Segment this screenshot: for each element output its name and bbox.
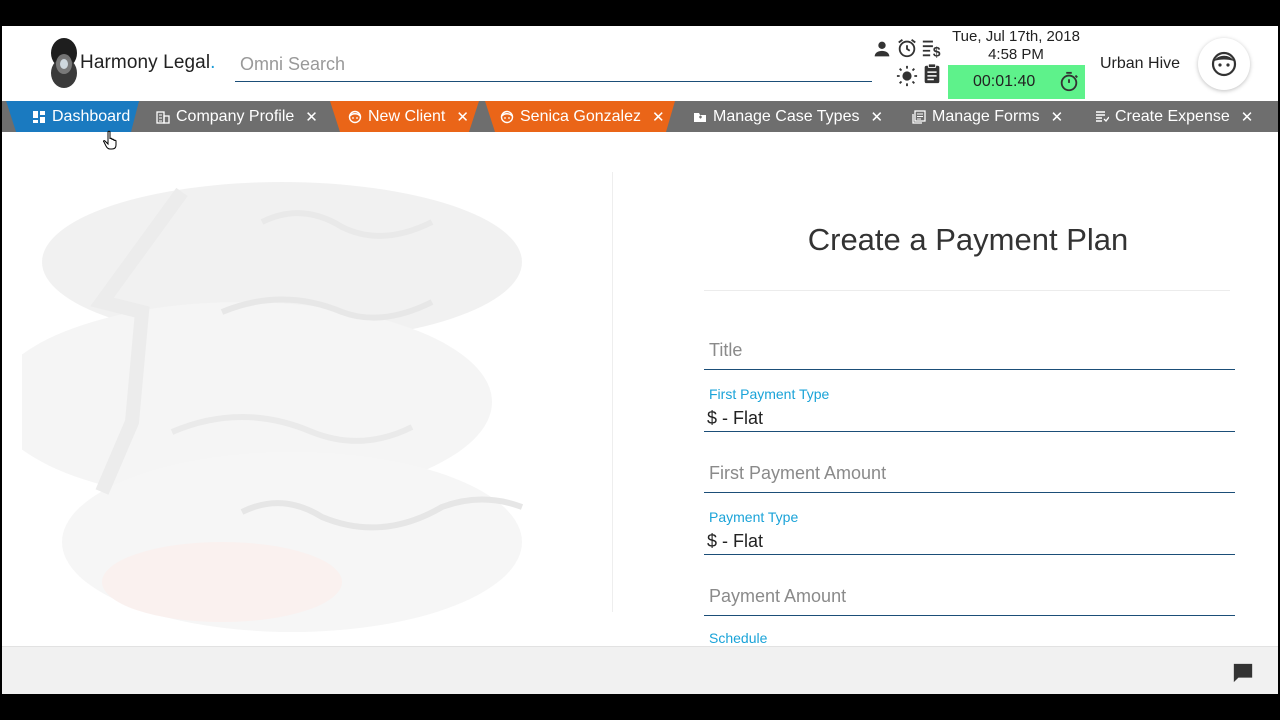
title-placeholder: Title [709, 340, 743, 360]
tab-bar: Dashboard Company Profile ✕ New Client ✕ [2, 101, 1278, 132]
payment-type-select[interactable]: Payment Type $ - Flat [704, 507, 1235, 555]
chat-icon[interactable] [1232, 662, 1254, 684]
dashboard-icon [33, 110, 45, 123]
tab-dashboard[interactable]: Dashboard [8, 101, 130, 132]
watercolor-splash-image [22, 182, 524, 632]
close-icon[interactable]: ✕ [1051, 108, 1064, 126]
billing-icon[interactable]: $ [921, 37, 943, 59]
first-payment-type-value: $ - Flat [707, 408, 764, 428]
alarm-icon[interactable] [896, 37, 918, 59]
title-divider [704, 290, 1230, 291]
close-icon[interactable]: ✕ [652, 108, 665, 126]
brand-name[interactable]: Harmony Legal. [80, 52, 216, 74]
tab-label: Dashboard [52, 107, 131, 125]
close-icon[interactable]: ✕ [1241, 108, 1254, 126]
close-icon[interactable]: ✕ [305, 108, 318, 126]
tab-company-profile[interactable]: Company Profile ✕ [132, 101, 318, 132]
tab-create-expense[interactable]: Create Expense ✕ [1071, 101, 1253, 132]
close-icon[interactable]: ✕ [870, 108, 883, 126]
face-icon [348, 110, 362, 123]
tab-senica-gonzalez[interactable]: Senica Gonzalez ✕ [476, 101, 665, 132]
schedule-label[interactable]: Schedule [709, 630, 767, 646]
panel-divider [612, 172, 613, 612]
svg-text:$: $ [933, 44, 941, 59]
forms-icon [912, 109, 926, 124]
timer-value: 00:01:40 [973, 73, 1036, 90]
payment-amount-placeholder: Payment Amount [709, 586, 847, 606]
payment-type-label: Payment Type [709, 509, 799, 525]
app-window: Harmony Legal. $ Tue, Jul 17th, 20 [2, 26, 1278, 694]
first-payment-amount-field[interactable]: First Payment Amount [704, 455, 1235, 493]
tab-new-client[interactable]: New Client ✕ [324, 101, 469, 132]
clipboard-icon[interactable] [921, 63, 943, 85]
harmony-logo[interactable] [48, 37, 80, 89]
first-payment-type-label: First Payment Type [709, 386, 830, 402]
tab-manage-case-types[interactable]: Manage Case Types ✕ [669, 101, 883, 132]
building-icon [156, 110, 170, 124]
tab-manage-forms[interactable]: Manage Forms ✕ [888, 101, 1063, 132]
tab-label: Senica Gonzalez [520, 107, 641, 125]
tab-label: Manage Case Types [713, 107, 860, 125]
brightness-icon[interactable] [896, 65, 918, 87]
form-title: Create a Payment Plan [807, 222, 1129, 257]
stopwatch-icon[interactable] [1058, 71, 1080, 93]
title-field[interactable]: Title [704, 332, 1235, 370]
avatar[interactable] [1198, 38, 1250, 90]
face-icon [500, 110, 514, 123]
header: Harmony Legal. $ Tue, Jul 17th, 20 [2, 26, 1278, 102]
omni-search-input[interactable] [235, 48, 872, 82]
folder-icon [694, 112, 706, 122]
date-text: Tue, Jul 17th, 2018 [952, 28, 1080, 45]
main-content: Create a Payment Plan Title First Paymen… [2, 132, 1278, 646]
time-text: 4:58 PM [988, 46, 1044, 63]
tab-label: Create Expense [1115, 107, 1230, 125]
payment-type-value: $ - Flat [707, 531, 764, 551]
person-icon[interactable] [871, 38, 893, 60]
payment-amount-field[interactable]: Payment Amount [704, 578, 1235, 616]
datetime: Tue, Jul 17th, 2018 4:58 PM [942, 28, 1090, 64]
tab-label: New Client [368, 107, 446, 125]
tab-label: Company Profile [176, 107, 295, 125]
mouse-cursor-icon [103, 130, 117, 150]
user-name[interactable]: Urban Hive [1100, 55, 1180, 73]
list-icon [1096, 110, 1109, 122]
face-avatar-icon [1211, 51, 1237, 77]
first-payment-amount-placeholder: First Payment Amount [709, 463, 887, 483]
timer-widget[interactable]: 00:01:40 [948, 65, 1085, 99]
first-payment-type-select[interactable]: First Payment Type $ - Flat [704, 384, 1235, 432]
tab-label: Manage Forms [932, 107, 1040, 125]
footer-bar [2, 646, 1278, 694]
close-icon[interactable]: ✕ [456, 108, 469, 126]
brand-dot: . [210, 52, 216, 73]
